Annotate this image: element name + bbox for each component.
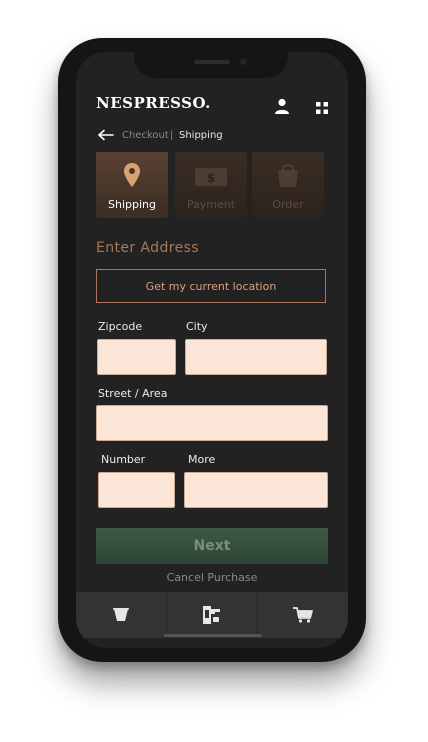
user-icon[interactable] bbox=[274, 98, 290, 114]
breadcrumb-current: Shipping bbox=[179, 130, 223, 141]
arrow-left-icon[interactable] bbox=[98, 129, 114, 141]
step-label: Payment bbox=[186, 198, 236, 211]
city-label: City bbox=[186, 320, 208, 333]
zipcode-label: Zipcode bbox=[98, 320, 143, 333]
app-screen: NESPRESSO. Checkout | Shipping Shipping … bbox=[76, 52, 348, 648]
cancel-purchase-link[interactable]: Cancel Purchase bbox=[76, 571, 348, 584]
speaker-grille bbox=[194, 60, 230, 64]
grid-menu-icon[interactable] bbox=[316, 102, 328, 114]
step-label: Shipping bbox=[108, 198, 156, 211]
coffee-capsule-icon bbox=[113, 608, 129, 621]
city-field[interactable] bbox=[185, 339, 327, 375]
home-indicator bbox=[164, 634, 262, 637]
form-heading: Enter Address bbox=[96, 240, 199, 256]
shopping-bag-icon bbox=[278, 164, 298, 187]
step-label: Order bbox=[272, 198, 304, 211]
step-payment[interactable]: $ Payment bbox=[175, 152, 247, 218]
more-field[interactable] bbox=[184, 472, 328, 508]
number-label: Number bbox=[101, 453, 146, 466]
dollar-bill-icon: $ bbox=[195, 168, 227, 186]
step-shipping[interactable]: Shipping bbox=[96, 152, 168, 218]
svg-text:$: $ bbox=[207, 171, 215, 185]
brand-logo: NESPRESSO. bbox=[96, 94, 211, 112]
breadcrumb-separator: | bbox=[170, 130, 174, 141]
number-field[interactable] bbox=[98, 472, 175, 508]
breadcrumb-checkout[interactable]: Checkout bbox=[122, 130, 169, 141]
coffee-machine-icon bbox=[203, 606, 220, 624]
current-location-button[interactable]: Get my current location bbox=[96, 269, 326, 303]
front-camera bbox=[240, 58, 247, 65]
more-label: More bbox=[188, 453, 216, 466]
street-field[interactable] bbox=[96, 405, 328, 441]
cart-icon bbox=[293, 607, 313, 623]
zipcode-field[interactable] bbox=[97, 339, 176, 375]
tab-capsules[interactable] bbox=[76, 592, 167, 638]
phone-notch bbox=[134, 38, 288, 78]
bottom-tab-bar bbox=[76, 592, 348, 638]
street-label: Street / Area bbox=[98, 387, 168, 400]
next-button[interactable]: Next bbox=[96, 528, 328, 564]
tab-cart[interactable] bbox=[258, 592, 348, 638]
tab-machines[interactable] bbox=[167, 592, 258, 638]
step-order[interactable]: Order bbox=[252, 152, 324, 218]
location-pin-icon bbox=[124, 163, 140, 187]
